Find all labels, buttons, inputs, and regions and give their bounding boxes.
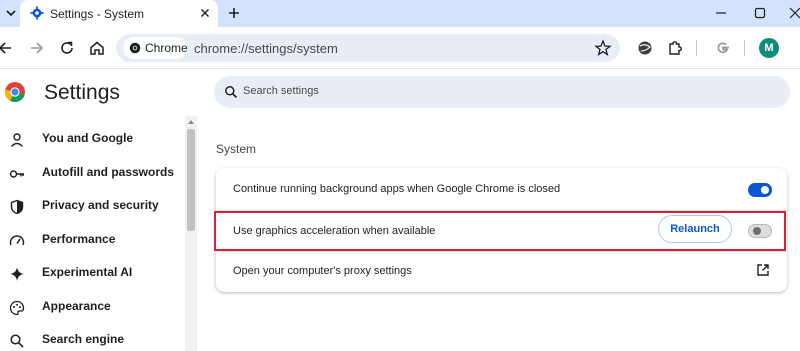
sidebar-item-label: Performance — [42, 232, 116, 246]
sidebar-item-search-engine[interactable]: Search engine — [0, 325, 180, 351]
scrollbar-thumb[interactable] — [187, 129, 195, 231]
sidebar-item-label: Search engine — [42, 332, 125, 346]
forward-arrow-icon[interactable] — [28, 39, 46, 57]
background-apps-toggle[interactable] — [748, 183, 772, 197]
tab-search-chevron-icon[interactable] — [4, 6, 18, 20]
tab-close-icon[interactable] — [198, 6, 212, 20]
browser-toolbar: Chrome chrome://settings/system M — [0, 27, 800, 69]
sidebar-item-appearance[interactable]: Appearance — [0, 292, 180, 322]
sidebar-item-autofill[interactable]: Autofill and passwords — [0, 158, 180, 188]
sidebar-item-performance[interactable]: Performance — [0, 225, 180, 255]
address-bar[interactable]: Chrome chrome://settings/system — [116, 34, 620, 62]
settings-gear-icon — [30, 6, 44, 20]
system-settings-card: Continue running background apps when Go… — [216, 168, 787, 292]
sidebar-item-label: Privacy and security — [42, 198, 159, 212]
chip-label: Chrome — [145, 41, 188, 55]
graphics-acceleration-toggle[interactable] — [748, 224, 772, 238]
toolbar-divider — [744, 40, 745, 56]
minimize-icon[interactable] — [713, 5, 729, 21]
sparkle-icon — [10, 267, 24, 281]
shield-icon — [10, 199, 24, 215]
page-title: Settings — [44, 81, 120, 104]
sidebar-item-label: Appearance — [42, 299, 111, 313]
toggle-knob — [761, 186, 769, 194]
bookmark-star-icon[interactable] — [594, 39, 612, 57]
window-close-icon[interactable] — [787, 5, 800, 21]
toolbar-divider — [696, 40, 697, 56]
person-icon — [10, 133, 24, 147]
reload-icon[interactable] — [58, 39, 76, 57]
row-divider — [216, 251, 787, 252]
sidebar-item-you-and-google[interactable]: You and Google — [0, 124, 180, 154]
section-title-system: System — [216, 142, 257, 156]
scroll-up-arrow-icon[interactable] — [188, 120, 194, 124]
search-icon — [225, 86, 238, 99]
site-info-chip[interactable]: Chrome — [123, 37, 188, 59]
search-settings-input[interactable]: Search settings — [214, 76, 790, 108]
speedometer-icon — [9, 235, 25, 246]
sidebar-item-experimental-ai[interactable]: Experimental AI — [0, 258, 180, 288]
open-in-new-icon[interactable] — [756, 263, 770, 277]
search-icon — [10, 334, 24, 348]
sidebar-item-label: Autofill and passwords — [42, 165, 175, 179]
chrome-logo-icon — [4, 82, 25, 103]
tab-title: Settings - System — [50, 7, 145, 21]
extensions-puzzle-icon[interactable] — [666, 39, 684, 57]
tab-strip: Settings - System — [0, 0, 800, 27]
proxy-settings-label: Open your computer's proxy settings — [233, 265, 412, 277]
profile-avatar[interactable]: M — [759, 38, 779, 58]
back-arrow-icon[interactable] — [0, 39, 14, 57]
new-tab-plus-icon[interactable] — [226, 5, 242, 21]
sidebar-scrollbar[interactable] — [185, 116, 197, 351]
background-apps-label: Continue running background apps when Go… — [233, 183, 561, 195]
chrome-logo-icon — [129, 42, 141, 54]
row-divider — [216, 210, 787, 211]
extension-globe-icon[interactable] — [636, 39, 654, 57]
home-icon[interactable] — [88, 39, 106, 57]
graphics-acceleration-label: Use graphics acceleration when available — [233, 225, 436, 237]
maximize-icon[interactable] — [752, 5, 768, 21]
sidebar-item-label: You and Google — [42, 131, 134, 145]
tab-settings-system[interactable]: Settings - System — [20, 0, 218, 27]
google-g-icon[interactable] — [714, 39, 732, 57]
toggle-knob — [753, 227, 761, 235]
sidebar-item-label: Experimental AI — [42, 265, 133, 279]
sidebar-item-privacy[interactable]: Privacy and security — [0, 191, 180, 221]
palette-icon — [9, 300, 25, 316]
search-placeholder: Search settings — [243, 85, 319, 97]
relaunch-button[interactable]: Relaunch — [658, 215, 732, 243]
key-icon — [9, 170, 24, 178]
url-text[interactable]: chrome://settings/system — [194, 41, 338, 56]
